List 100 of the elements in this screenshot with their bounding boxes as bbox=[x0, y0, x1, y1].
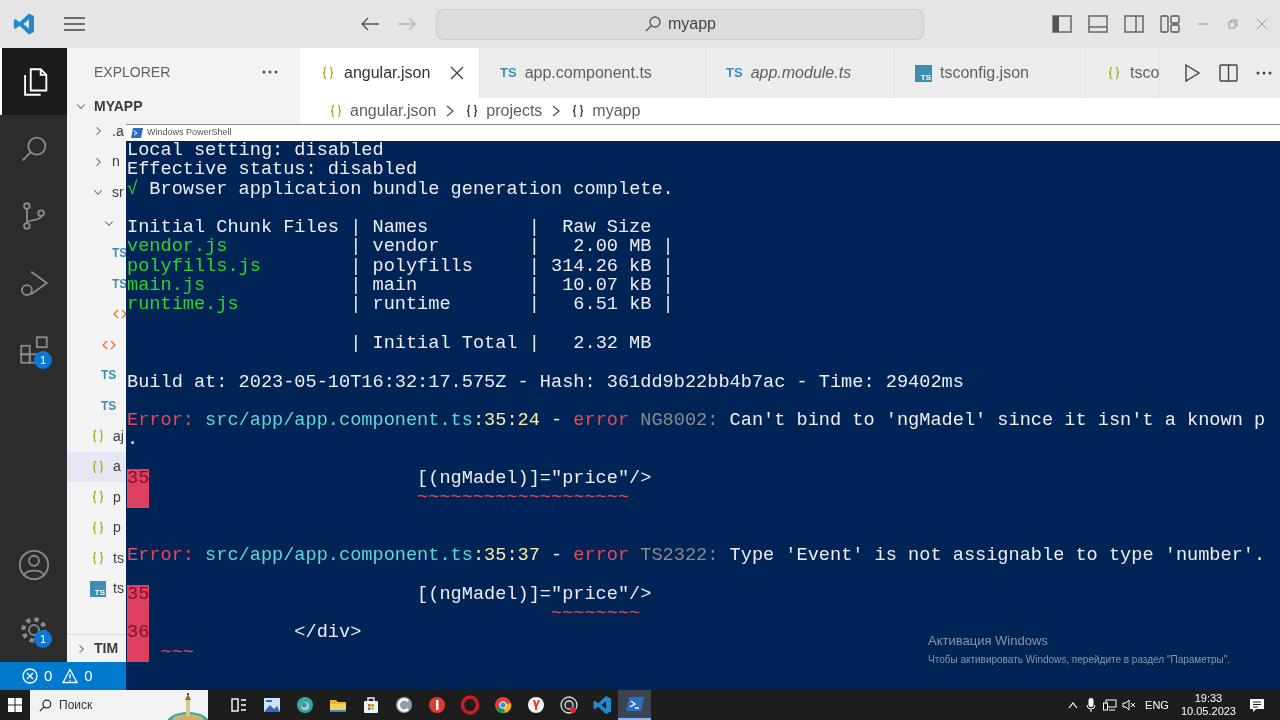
split-editor-icon[interactable] bbox=[1219, 64, 1239, 82]
picture-frame-icon bbox=[261, 695, 282, 715]
ts-file-icon: TS bbox=[915, 64, 932, 82]
terminal-line: runtime.js | runtime | 6.51 kB | bbox=[127, 295, 674, 315]
activity-tab[interactable] bbox=[0, 48, 67, 115]
windows-start-icon[interactable] bbox=[8, 698, 22, 712]
terminal-line: . bbox=[127, 430, 139, 450]
arc-icon bbox=[393, 695, 414, 715]
braces-icon bbox=[90, 458, 106, 475]
braces-icon bbox=[328, 103, 344, 119]
window-title: Windows PowerShell bbox=[147, 126, 232, 140]
line-number: 35 bbox=[127, 584, 150, 605]
network-icon[interactable] bbox=[1103, 699, 1118, 711]
ring-icon bbox=[558, 695, 579, 715]
tree-item[interactable]: n bbox=[67, 146, 126, 177]
ts-file-icon: TS bbox=[726, 63, 743, 83]
braces-icon bbox=[1106, 65, 1122, 81]
panel-layout-icon[interactable] bbox=[1088, 14, 1108, 34]
terminal-line: polyfills.js | polyfills | 314.26 kB | bbox=[127, 256, 674, 277]
braces-icon bbox=[320, 65, 336, 81]
split-layout-icon[interactable] bbox=[1124, 14, 1144, 34]
sidebar-title: EXPLORER bbox=[94, 62, 171, 82]
language-indicator[interactable]: ENG bbox=[1145, 696, 1169, 714]
breadcrumb-item[interactable]: projects bbox=[464, 99, 543, 123]
play-icon[interactable] bbox=[1183, 63, 1202, 83]
error-icon bbox=[22, 668, 38, 684]
notification-badge: 1 bbox=[34, 630, 52, 648]
terminal-line: Build at: 2023-05-10T16:32:17.575Z - Hash: 361dd9b22bb4b7ac - Time: 29402ms bbox=[127, 372, 964, 392]
taskbar-search-field[interactable]: Поиск bbox=[30, 690, 208, 720]
terminal-app-icon bbox=[131, 128, 143, 138]
terminal-line: Error: src/app/app.component.ts:35:24 - error NG8002: Can't bind to 'ngMadel' since it isn't a known p bbox=[127, 411, 1266, 431]
tree-item[interactable]: a bbox=[67, 451, 126, 482]
braces-icon bbox=[90, 550, 106, 567]
tree-item[interactable]: .a bbox=[67, 116, 126, 147]
customize-layout-icon[interactable] bbox=[1160, 14, 1180, 34]
tree-item[interactable]: ts bbox=[67, 543, 126, 574]
tree-item[interactable]: TS ts bbox=[67, 573, 126, 604]
vscode-logo bbox=[12, 12, 36, 36]
ring-icon bbox=[459, 695, 480, 715]
braces-icon bbox=[90, 489, 106, 506]
chevron-up-icon[interactable] bbox=[1068, 701, 1079, 709]
vscode-logo bbox=[591, 695, 612, 715]
search-field[interactable]: myapp bbox=[436, 8, 924, 40]
ts-file-icon: TS bbox=[112, 277, 126, 290]
globe-icon bbox=[294, 695, 315, 715]
more-icon[interactable] bbox=[1256, 71, 1273, 75]
section-header[interactable]: MYAPP bbox=[94, 95, 143, 117]
close-icon[interactable] bbox=[450, 66, 465, 80]
terminal-line: | Initial Total | 2.32 MB bbox=[349, 333, 652, 354]
search-text: myapp bbox=[668, 14, 716, 34]
terminal-line: [(ngMadel)]="price"/> bbox=[416, 469, 652, 489]
search-icon bbox=[644, 15, 662, 33]
terminal-line: [(ngMadel)]="price"/> bbox=[416, 584, 652, 605]
activity-tab[interactable]: 1 bbox=[0, 316, 67, 383]
breadcrumb-item[interactable]: myapp bbox=[570, 99, 641, 123]
ts-file-icon: TS bbox=[112, 247, 126, 260]
circle-icon bbox=[525, 695, 546, 715]
sidebar-layout-icon[interactable] bbox=[1052, 14, 1072, 34]
terminal-line: </div> bbox=[293, 623, 362, 643]
terminal-line: Initial Chunk Files | Names | Raw Size bbox=[127, 218, 652, 238]
ts-file-icon: TS bbox=[90, 580, 106, 597]
braces-icon bbox=[90, 428, 106, 445]
terminal-line: Local setting: disabled bbox=[127, 141, 384, 161]
warning-icon bbox=[62, 668, 79, 684]
error-underline: ~~~~~~~~ bbox=[550, 604, 641, 624]
tree-item[interactable]: p bbox=[67, 482, 126, 513]
warning-count[interactable]: 0 bbox=[84, 664, 93, 688]
activity-tab[interactable]: 1 bbox=[0, 597, 67, 662]
menu-icon[interactable] bbox=[64, 16, 85, 32]
error-underline: ~~~~~~~~~~~~~~~~~~~ bbox=[416, 488, 630, 508]
breadcrumb-item[interactable]: angular.json bbox=[328, 99, 437, 123]
terminal-line: vendor.js | vendor | 2.00 MB | bbox=[127, 237, 674, 257]
circle-icon bbox=[426, 695, 447, 715]
terminal-line: √ Browser application bundle generation complete. bbox=[127, 179, 674, 199]
search-icon bbox=[39, 698, 52, 712]
ts-file-icon: TS bbox=[101, 369, 117, 382]
terminal-app-icon bbox=[624, 694, 645, 714]
notification-icon[interactable] bbox=[1250, 698, 1264, 712]
notification-badge: 1 bbox=[34, 351, 52, 369]
account-icon bbox=[16, 547, 51, 582]
ts-file-icon: TS bbox=[500, 63, 517, 83]
clock-date[interactable]: 10.05.2023 bbox=[1180, 705, 1236, 718]
activation-title: Активация Windows bbox=[928, 632, 1049, 650]
terminal-line: Error: src/app/app.component.ts:35:37 - error TS2322: Type 'Event' is not assignable to type 'number'. bbox=[127, 546, 1266, 566]
section-header[interactable]: TIM bbox=[94, 638, 119, 659]
clock-time[interactable]: 19:33 bbox=[1194, 692, 1223, 705]
terminal-line: Effective status: disabled bbox=[127, 160, 418, 180]
task-view-icon bbox=[228, 695, 249, 715]
terminal-line: main.js | main | 10.07 kB | bbox=[127, 276, 674, 296]
speaker-muted-icon[interactable] bbox=[1122, 699, 1137, 711]
tree-item[interactable]: p bbox=[67, 512, 126, 543]
tree-item[interactable]: aj bbox=[67, 421, 126, 452]
tree-item[interactable]: sr bbox=[67, 177, 126, 208]
editor-tab[interactable]: angular.json bbox=[300, 48, 480, 98]
error-count[interactable]: 0 bbox=[44, 664, 53, 688]
microphone-icon[interactable] bbox=[1086, 698, 1097, 712]
line-number: 35 bbox=[127, 469, 150, 489]
chrome-like-icon bbox=[492, 695, 513, 715]
more-icon[interactable] bbox=[262, 70, 278, 74]
ts-file-icon: TS bbox=[101, 399, 117, 412]
